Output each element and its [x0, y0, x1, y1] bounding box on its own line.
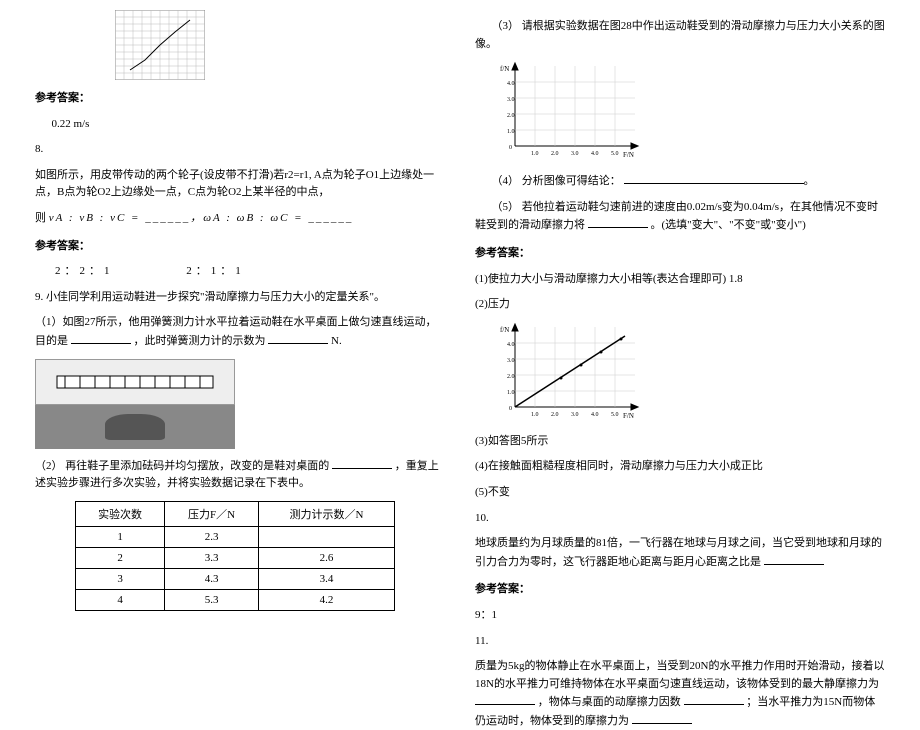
q9-p5: （5） 若他拉着运动鞋匀速前进的速度由0.02m/s变为0.04m/s，在其他情… — [475, 199, 885, 235]
svg-text:2.0: 2.0 — [551, 412, 559, 418]
left-column: 参考答案： 0.22 m/s 8. 如图所示，用皮带传动的两个轮子(设皮带不打滑… — [20, 10, 460, 641]
svg-text:1.0: 1.0 — [531, 151, 539, 157]
cell: 4.3 — [165, 568, 259, 589]
svg-text:2.0: 2.0 — [507, 374, 515, 380]
blank — [268, 332, 328, 344]
svg-text:4.0: 4.0 — [591, 412, 599, 418]
svg-text:3.0: 3.0 — [507, 358, 515, 364]
ans-2: (2)压力 — [475, 296, 885, 314]
table-row: 12.3 — [76, 526, 395, 547]
cell: 4 — [76, 589, 165, 610]
q8-formula-body: νA : νB : νC = ______，ωA : ωB : ωC = ___… — [49, 212, 354, 224]
cell — [259, 526, 395, 547]
svg-text:3.0: 3.0 — [571, 412, 579, 418]
svg-text:4.0: 4.0 — [507, 342, 515, 348]
blank — [684, 693, 744, 705]
chart-fig28: f/N F/N 0 1.0 2.0 3.0 4.0 1.0 2.0 3.0 4.0 5.… — [495, 61, 885, 164]
blank — [332, 457, 392, 469]
svg-text:F/N: F/N — [623, 412, 634, 420]
cell: 1 — [76, 526, 165, 547]
cell: 3.3 — [165, 547, 259, 568]
svg-text:3.0: 3.0 — [507, 97, 515, 103]
q9-p2: （2） 再往鞋子里添加砝码并均匀摆放，改变的是鞋对桌面的 ，重复上述实验步骤进行… — [35, 457, 445, 493]
q8-ans2: 2：1：1 — [186, 265, 245, 277]
q11-b: ，物体与桌面的动摩擦力因数 — [538, 696, 681, 708]
table-header-row: 实验次数 压力F／N 测力计示数／N — [76, 501, 395, 526]
answer-7: 0.22 m/s — [35, 116, 445, 134]
answer-label-8: 参考答案： — [35, 238, 445, 256]
table-row: 45.34.2 — [76, 589, 395, 610]
q8-number: 8. — [35, 141, 445, 159]
svg-text:f/N: f/N — [500, 65, 509, 73]
cell: 4.2 — [259, 589, 395, 610]
cell: 3.4 — [259, 568, 395, 589]
svg-text:0: 0 — [509, 145, 512, 151]
cell: 2.3 — [165, 526, 259, 547]
svg-text:4.0: 4.0 — [507, 81, 515, 87]
q9-p1: （1）如图27所示，他用弹簧测力计水平拉着运动鞋在水平桌面上做匀速直线运动，目的… — [35, 314, 445, 350]
q8-formula: 则 νA : νB : νC = ______，ωA : ωB : ωC = _… — [35, 210, 445, 228]
grid-figure — [115, 10, 205, 80]
right-column: （3） 请根据实验数据在图28中作出运动鞋受到的滑动摩擦力与压力大小关系的图像。… — [460, 10, 900, 641]
spring-scale-shoe — [35, 405, 235, 449]
q9-p1-b: ，此时弹簧测力计的示数为 — [134, 335, 266, 347]
svg-text:2.0: 2.0 — [507, 113, 515, 119]
th-trial: 实验次数 — [76, 501, 165, 526]
q11-a: 质量为5kg的物体静止在水平桌面上，当受到20N的水平推力作用时开始滑动，接着以… — [475, 660, 884, 690]
q10-text: 地球质量约为月球质量的81倍，一飞行器在地球与月球之间，当它受到地球和月球的引力… — [475, 535, 885, 571]
answer-label-7: 参考答案： — [35, 90, 445, 108]
svg-text:1.0: 1.0 — [507, 390, 515, 396]
svg-text:3.0: 3.0 — [571, 151, 579, 157]
experiment-table: 实验次数 压力F／N 测力计示数／N 12.3 23.32.6 34.33.4 … — [75, 501, 395, 611]
ans-4: (4)在接触面粗糙程度相同时，滑动摩擦力与压力大小成正比 — [475, 458, 885, 476]
q11-number: 11. — [475, 633, 885, 651]
q9-p4: （4） 分析图像可得结论： 。 — [475, 172, 885, 191]
ans-3: (3)如答图5所示 — [475, 433, 885, 451]
svg-text:4.0: 4.0 — [591, 151, 599, 157]
cell: 5.3 — [165, 589, 259, 610]
cell: 2 — [76, 547, 165, 568]
blank — [71, 332, 131, 344]
blank — [588, 216, 648, 228]
cell: 3 — [76, 568, 165, 589]
q9-p3: （3） 请根据实验数据在图28中作出运动鞋受到的滑动摩擦力与压力大小关系的图像。 — [475, 18, 885, 53]
q10-answer: 9：1 — [475, 607, 885, 625]
q9-text: 9. 小佳同学利用运动鞋进一步探究"滑动摩擦力与压力大小的定量关系"。 — [35, 289, 445, 307]
svg-text:F/N: F/N — [623, 151, 634, 159]
q9-p2-a: （2） 再往鞋子里添加砝码并均匀摆放，改变的是鞋对桌面的 — [35, 460, 329, 472]
q8-ans1: 2：2：1 — [55, 265, 114, 277]
th-reading: 测力计示数／N — [259, 501, 395, 526]
spring-scale-ruler — [35, 359, 235, 405]
svg-text:f/N: f/N — [500, 326, 509, 334]
ans-5: (5)不变 — [475, 484, 885, 502]
ans-1: (1)使拉力大小与滑动摩擦力大小相等(表达合理即可) 1.8 — [475, 271, 885, 289]
q9-p1-c: N. — [331, 335, 342, 347]
cell: 2.6 — [259, 547, 395, 568]
spring-scale-figure — [35, 359, 235, 449]
answer-label-9: 参考答案： — [475, 245, 885, 263]
chart-fig5: f/N F/N 0 1.0 2.0 3.0 4.0 1.0 2.0 3.0 4.0 5.… — [495, 322, 885, 425]
svg-text:1.0: 1.0 — [531, 412, 539, 418]
svg-text:0: 0 — [509, 406, 512, 412]
svg-text:2.0: 2.0 — [551, 151, 559, 157]
answer-label-10: 参考答案： — [475, 581, 885, 599]
blank — [764, 553, 824, 565]
blank — [632, 712, 692, 724]
q8-formula-prefix: 则 — [35, 212, 46, 224]
blank — [624, 172, 804, 184]
blank — [475, 693, 535, 705]
q9-p5-b: 。(选填"变大"、"不变"或"变小") — [651, 219, 806, 231]
th-force: 压力F／N — [165, 501, 259, 526]
svg-text:5.0: 5.0 — [611, 151, 619, 157]
q11-text: 质量为5kg的物体静止在水平桌面上，当受到20N的水平推力作用时开始滑动，接着以… — [475, 658, 885, 730]
svg-text:5.0: 5.0 — [611, 412, 619, 418]
q8-text: 如图所示，用皮带传动的两个轮子(设皮带不打滑)若r2=r1, A点为轮子O1上边… — [35, 167, 445, 202]
q8-answer-row: 2：2：1 2：1：1 — [35, 263, 445, 281]
q10-number: 10. — [475, 510, 885, 528]
svg-text:1.0: 1.0 — [507, 129, 515, 135]
table-row: 23.32.6 — [76, 547, 395, 568]
q9-p4-text: （4） 分析图像可得结论： — [492, 175, 621, 187]
table-row: 34.33.4 — [76, 568, 395, 589]
